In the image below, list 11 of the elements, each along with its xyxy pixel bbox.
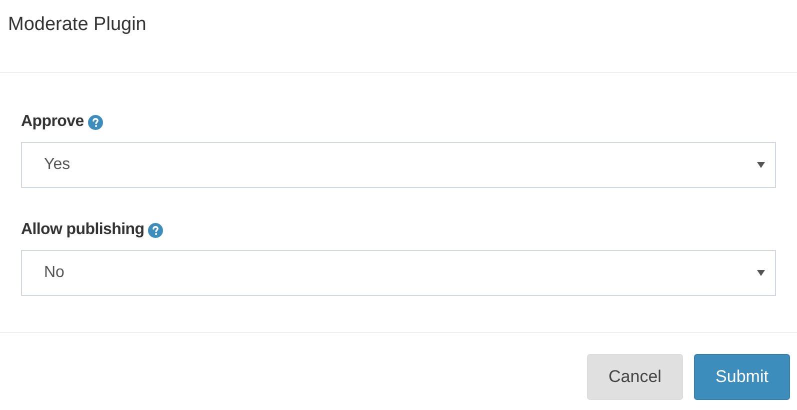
help-icon (88, 114, 103, 130)
cancel-button[interactable]: Cancel (587, 354, 683, 400)
field-label: Allow publishing (21, 220, 144, 240)
select-field[interactable]: Yes (21, 142, 776, 188)
caret-icon (757, 270, 765, 276)
submit-button[interactable]: Submit (694, 354, 790, 400)
dialog-title: Moderate Plugin (8, 13, 148, 37)
caret-icon (757, 162, 765, 168)
field-label: Approve (21, 112, 84, 132)
select-field[interactable]: No (21, 250, 776, 296)
help-icon (148, 222, 164, 238)
